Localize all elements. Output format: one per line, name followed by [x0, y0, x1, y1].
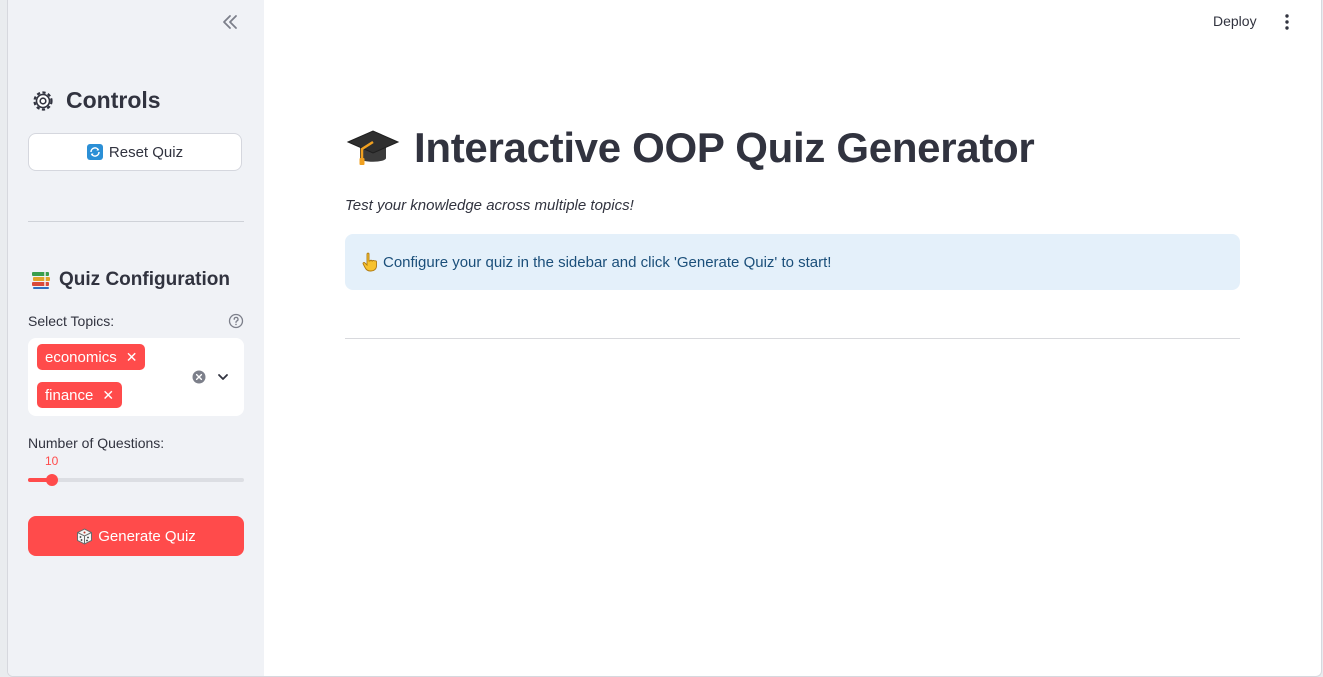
topic-tag-label: finance: [45, 386, 94, 404]
kebab-menu-icon[interactable]: [1282, 12, 1292, 32]
quiz-configuration-heading: Quiz Configuration: [30, 269, 230, 291]
books-icon: [32, 272, 50, 289]
deploy-button[interactable]: Deploy: [1213, 13, 1257, 29]
page-title-text: Interactive OOP Quiz Generator: [414, 124, 1035, 171]
info-alert-text: Configure your quiz in the sidebar and c…: [383, 253, 832, 271]
sidebar-divider: [28, 221, 244, 222]
graduation-cap-icon: [346, 130, 400, 165]
reset-quiz-button[interactable]: Reset Quiz: [28, 133, 242, 171]
page-subtitle: Test your knowledge across multiple topi…: [345, 197, 634, 214]
sidebar: Controls Reset Quiz Quiz Configuration S…: [8, 0, 264, 676]
slider-value: 10: [45, 454, 59, 468]
page-title: Interactive OOP Quiz Generator: [346, 124, 1035, 172]
slider-thumb[interactable]: [45, 474, 58, 486]
help-circle-icon[interactable]: [228, 313, 244, 329]
controls-title: Controls: [66, 87, 161, 113]
chevron-down-icon[interactable]: [216, 370, 230, 384]
double-chevron-left-icon: [223, 15, 237, 29]
refresh-icon: [86, 144, 103, 160]
generate-quiz-label: Generate Quiz: [98, 527, 196, 545]
topics-multiselect[interactable]: economics ✕ finance ✕: [28, 338, 244, 416]
clear-all-icon[interactable]: [192, 370, 206, 384]
number-of-questions-slider[interactable]: [28, 474, 244, 486]
remove-tag-icon[interactable]: ✕: [102, 387, 114, 404]
pointing-hand-icon: [362, 252, 377, 272]
quiz-configuration-title: Quiz Configuration: [59, 269, 230, 290]
controls-heading: Controls: [30, 87, 161, 114]
app-window: Controls Reset Quiz Quiz Configuration S…: [7, 0, 1322, 677]
info-alert: Configure your quiz in the sidebar and c…: [345, 234, 1240, 290]
topic-tag-finance: finance ✕: [37, 382, 123, 408]
dice-icon: [77, 527, 93, 545]
remove-tag-icon[interactable]: ✕: [126, 349, 138, 366]
select-topics-label: Select Topics:: [28, 313, 115, 329]
generate-quiz-button[interactable]: Generate Quiz: [28, 516, 244, 556]
topic-tag-label: economics: [45, 348, 117, 366]
main-divider: [345, 338, 1240, 339]
reset-quiz-label: Reset Quiz: [108, 143, 184, 161]
number-of-questions-label: Number of Questions:: [28, 435, 165, 451]
gear-icon: [33, 90, 53, 111]
topic-tag-economics: economics ✕: [37, 344, 146, 370]
collapse-sidebar-button[interactable]: [219, 11, 241, 33]
